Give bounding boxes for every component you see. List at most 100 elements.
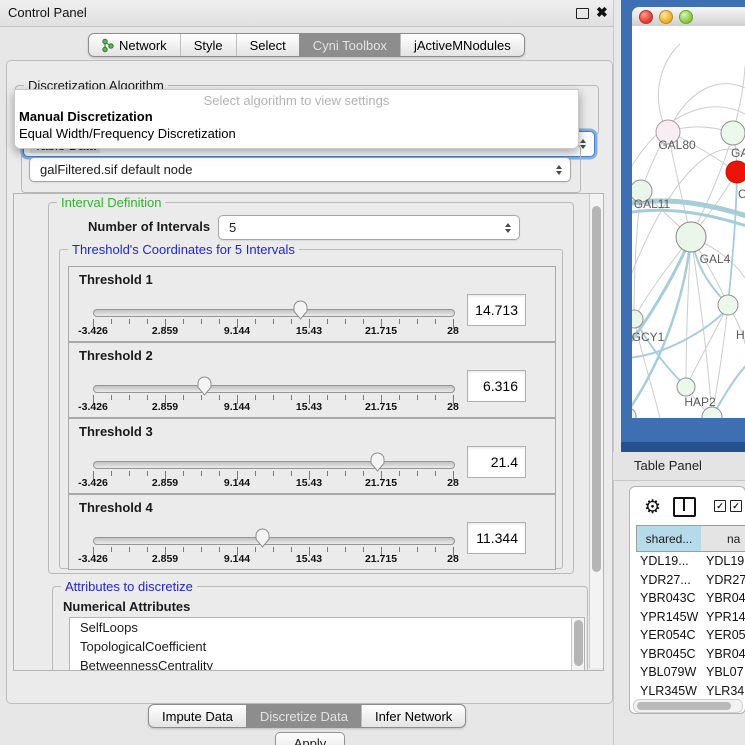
popup-item-manual-discretization[interactable]: Manual Discretization [19, 109, 153, 124]
table-row[interactable]: YBR043CYBR04 [636, 591, 745, 610]
gear-icon[interactable]: ⚙ [644, 496, 661, 519]
table-data-combobox[interactable]: galFiltered.sif default node [29, 157, 571, 182]
checkbox-icon[interactable]: ✓ [714, 500, 726, 512]
attributes-list-scrollbar[interactable] [571, 618, 584, 671]
column-checkbox-icons[interactable]: ✓ ✓ [714, 500, 742, 512]
table-row[interactable]: YDL19... YDL19 [636, 554, 745, 573]
table-horizontal-scrollbar[interactable] [633, 699, 743, 713]
form-scrollbar-thumb[interactable] [592, 206, 601, 572]
threshold-value-field[interactable] [467, 370, 526, 402]
slider-tick [273, 547, 274, 552]
slider-tick [399, 395, 400, 400]
network-node[interactable] [632, 408, 636, 418]
form-scroll-area: Interval Definition Number of Intervals … [13, 193, 604, 671]
tick-label: -3.426 [57, 401, 129, 413]
cell-shared-name: YDL19... [640, 554, 689, 568]
combo-stepper-icon [505, 223, 511, 233]
network-node-c[interactable] [726, 161, 745, 183]
tab-infer-network[interactable]: Infer Network [361, 705, 465, 727]
tick-label: -3.426 [57, 553, 129, 565]
slider-track[interactable] [93, 309, 455, 317]
slider-thumb[interactable] [196, 374, 213, 397]
network-node-gal[interactable] [721, 121, 745, 145]
slider-tick [399, 471, 400, 476]
checkbox-icon[interactable]: ✓ [730, 500, 742, 512]
slider-track[interactable] [93, 461, 455, 469]
tick-label: 15.43 [273, 477, 345, 489]
tick-label: 9.144 [201, 401, 273, 413]
table-row[interactable]: YDR27...YDR27 [636, 573, 745, 592]
window-minimize-button[interactable] [659, 10, 673, 24]
slider-tick [111, 471, 112, 476]
slider-tick [363, 547, 364, 552]
tab-label: Infer Network [375, 709, 452, 724]
network-node-h[interactable] [718, 295, 738, 315]
form-scrollbar[interactable] [589, 194, 603, 668]
tab-select[interactable]: Select [236, 34, 299, 56]
slider-tick [147, 319, 148, 324]
table-panel-title: Table Panel [634, 458, 702, 473]
network-edge-highlighted[interactable] [728, 176, 737, 305]
network-window-titlebar [632, 7, 745, 27]
table-row[interactable]: YLR345WYLR34 [636, 684, 745, 698]
table-panel: ⚙ ✓ ✓ shared... na YDL19... YDL19 YDR27...… [629, 486, 745, 714]
cell-shared-name: YPR145W [640, 610, 698, 624]
split-pane-icon[interactable] [673, 497, 696, 517]
float-window-icon[interactable] [576, 8, 589, 19]
close-icon[interactable]: ✖ [596, 4, 608, 21]
slider-tick [273, 471, 274, 476]
table-row[interactable]: YBL079WYBL07 [636, 665, 745, 684]
window-close-button[interactable] [639, 10, 653, 24]
slider-tick [183, 471, 184, 476]
slider-track[interactable] [93, 537, 455, 545]
cell-name: YBL07 [706, 665, 744, 679]
tab-network[interactable]: Network [89, 34, 180, 56]
slider-tick [147, 547, 148, 552]
tab-cyni-toolbox[interactable]: Cyni Toolbox [299, 34, 400, 56]
slider-tick [255, 319, 256, 324]
popup-item-equal-width-frequency[interactable]: Equal Width/Frequency Discretization [19, 126, 236, 141]
table-row[interactable]: YBR045CYBR04 [636, 647, 745, 666]
tab-impute-data[interactable]: Impute Data [149, 705, 246, 727]
tab-discretize-data[interactable]: Discretize Data [246, 705, 361, 727]
threshold-value-field[interactable] [467, 446, 526, 478]
table-hscroll-thumb[interactable] [637, 702, 731, 710]
threshold-value-field[interactable] [467, 522, 526, 554]
network-node-gal4[interactable] [676, 222, 706, 252]
cell-shared-name: YER054C [640, 628, 696, 642]
column-header-name[interactable]: na [701, 525, 745, 552]
network-edge[interactable] [686, 305, 728, 387]
slider-track[interactable] [93, 385, 455, 393]
tab-label: Network [119, 38, 167, 53]
number-of-intervals-combobox[interactable]: 5 [218, 215, 520, 240]
node-label: GAL11 [634, 197, 671, 211]
tab-label: Cyni Toolbox [313, 38, 387, 53]
table-data-combo-value: galFiltered.sif default node [40, 162, 192, 177]
number-of-intervals-label: Number of Intervals [88, 219, 210, 234]
attribute-item-topologicalcoefficient[interactable]: TopologicalCoefficient [70, 637, 584, 656]
tab-style[interactable]: Style [180, 34, 236, 56]
network-canvas[interactable]: GAL80GALCGAL11GAL4GCY1HHAP2 [632, 26, 745, 418]
threshold-value-field[interactable] [467, 294, 526, 326]
popup-placeholder-item[interactable]: Select algorithm to view settings [15, 93, 578, 108]
slider-thumb[interactable] [292, 298, 309, 321]
top-tab-bar: Network StyleSelect Cyni Toolbox jActiveMNo… [88, 33, 525, 57]
slider-thumb[interactable] [254, 526, 271, 549]
cell-name: YER05 [706, 628, 745, 642]
cell-name: YDL19 [706, 554, 744, 568]
slider-tick [417, 547, 418, 552]
node-table: YDL19... YDL19 YDR27...YDR27YBR043CYBR04YP… [636, 551, 745, 697]
column-header-shared-name[interactable]: shared... [636, 525, 702, 552]
tab-jactivemnodules[interactable]: jActiveMNodules [400, 34, 524, 56]
apply-button[interactable]: Apply [275, 732, 345, 745]
attribute-item-selfloops[interactable]: SelfLoops [70, 618, 584, 637]
attribute-item-betweennesscentrality[interactable]: BetweennessCentrality [70, 656, 584, 671]
table-row[interactable]: YPR145WYPR14 [636, 610, 745, 629]
table-row[interactable]: YER054C YER05 [636, 628, 745, 647]
cell-shared-name: YDR27... [640, 573, 691, 587]
tick-label: 15.43 [273, 325, 345, 337]
slider-thumb[interactable] [369, 450, 386, 473]
network-node-hap2[interactable] [677, 378, 695, 396]
window-zoom-button[interactable] [679, 10, 693, 24]
slider-tick [255, 395, 256, 400]
